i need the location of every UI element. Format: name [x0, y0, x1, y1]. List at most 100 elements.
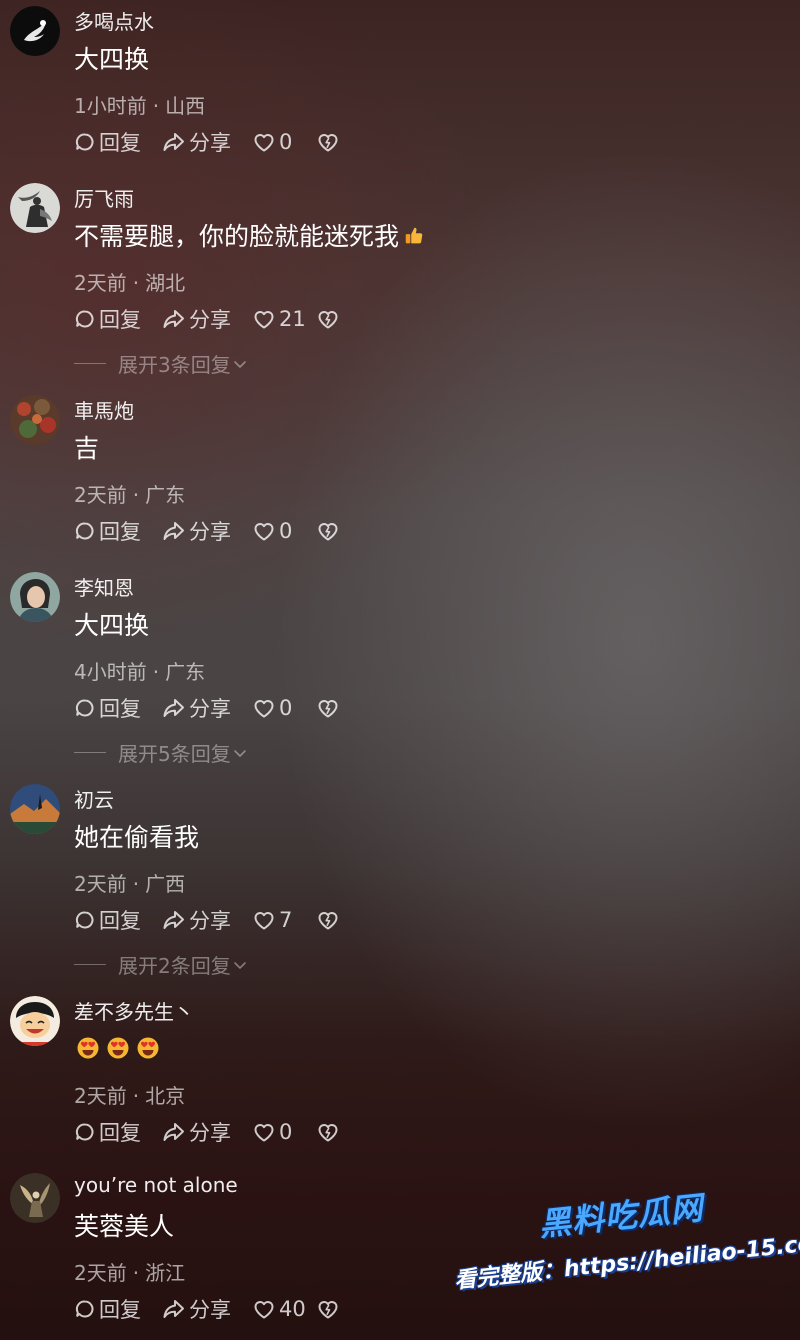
- reply-button[interactable]: 回复: [74, 905, 162, 935]
- username[interactable]: 厉飞雨: [74, 183, 134, 212]
- share-label: 分享: [189, 520, 231, 544]
- broken-heart-icon: [316, 697, 340, 719]
- comment-actions: 回复 分享 0: [74, 517, 343, 545]
- avatar[interactable]: [10, 6, 60, 56]
- like-button[interactable]: 21: [252, 307, 316, 331]
- separator-dot: ·: [132, 483, 140, 507]
- like-button[interactable]: 0: [252, 519, 316, 543]
- separator-dot: ·: [152, 660, 160, 684]
- expand-replies-label: 展开2条回复: [118, 954, 231, 978]
- username[interactable]: 差不多先生丶: [74, 996, 194, 1025]
- comment-actions: 回复 分享 0: [74, 1118, 343, 1146]
- figure-avatar-icon: [10, 1173, 60, 1223]
- expand-replies-button[interactable]: 展开5条回复: [74, 738, 247, 767]
- chevron-down-icon: [233, 960, 247, 970]
- dislike-button[interactable]: [316, 1121, 343, 1143]
- landscape-avatar-icon: [10, 784, 60, 834]
- dark-avatar-icon: [10, 6, 60, 56]
- expand-replies-button[interactable]: 展开3条回复: [74, 349, 247, 378]
- share-button[interactable]: 分享: [162, 905, 252, 935]
- comment-time: 4小时前: [74, 660, 147, 684]
- reply-icon: [74, 520, 96, 542]
- comment-actions: 回复 分享 7: [74, 906, 343, 934]
- comment-time: 2天前: [74, 872, 127, 896]
- like-count: 0: [279, 696, 293, 720]
- comment-time: 2天前: [74, 1261, 127, 1285]
- share-icon: [162, 1121, 186, 1143]
- share-button[interactable]: 分享: [162, 1294, 252, 1324]
- share-icon: [162, 909, 186, 931]
- comment-text-body: 不需要腿，你的脸就能迷死我: [74, 222, 400, 251]
- avatar[interactable]: [10, 1173, 60, 1223]
- share-label: 分享: [189, 308, 231, 332]
- share-icon: [162, 520, 186, 542]
- watermark-title: 黑料吃瓜网: [537, 1188, 706, 1244]
- reply-button[interactable]: 回复: [74, 516, 162, 546]
- share-button[interactable]: 分享: [162, 516, 252, 546]
- username[interactable]: 初云: [74, 784, 114, 813]
- reply-button[interactable]: 回复: [74, 1294, 162, 1324]
- dislike-button[interactable]: [316, 308, 343, 330]
- expand-replies-label: 展开3条回复: [118, 353, 231, 377]
- reply-label: 回复: [99, 1121, 141, 1145]
- heart-icon: [252, 1121, 276, 1143]
- username[interactable]: 李知恩: [74, 572, 134, 601]
- share-label: 分享: [189, 1298, 231, 1322]
- comment-time: 1小时前: [74, 94, 147, 118]
- share-button[interactable]: 分享: [162, 693, 252, 723]
- dislike-button[interactable]: [316, 909, 343, 931]
- reply-icon: [74, 1121, 96, 1143]
- like-count: 40: [279, 1297, 306, 1321]
- dislike-button[interactable]: [316, 520, 343, 542]
- comment-meta: 1小时前 · 山西: [74, 90, 205, 119]
- username[interactable]: 多喝点水: [74, 6, 154, 35]
- share-button[interactable]: 分享: [162, 304, 252, 334]
- comment-meta: 2天前 · 广东: [74, 479, 185, 508]
- expand-replies-button[interactable]: 展开2条回复: [74, 950, 247, 979]
- comment-emojis: [76, 1036, 166, 1062]
- like-count: 0: [279, 130, 293, 154]
- broken-heart-icon: [316, 520, 340, 542]
- avatar[interactable]: [10, 784, 60, 834]
- like-button[interactable]: 40: [252, 1297, 316, 1321]
- heart-icon: [252, 1298, 276, 1320]
- reply-label: 回复: [99, 1298, 141, 1322]
- reply-button[interactable]: 回复: [74, 1117, 162, 1147]
- comment-location: 广东: [165, 660, 206, 684]
- separator-dot: ·: [132, 872, 140, 896]
- share-button[interactable]: 分享: [162, 127, 252, 157]
- username[interactable]: you’re not alone: [74, 1173, 238, 1197]
- comment-text: 大四换: [74, 611, 150, 640]
- broken-heart-icon: [316, 1298, 340, 1320]
- heart-eyes-emoji-icon: [136, 1036, 160, 1060]
- like-button[interactable]: 7: [252, 908, 316, 932]
- chevron-down-icon: [233, 359, 247, 369]
- share-button[interactable]: 分享: [162, 1117, 252, 1147]
- dislike-button[interactable]: [316, 131, 343, 153]
- avatar[interactable]: [10, 395, 60, 445]
- avatar[interactable]: [10, 996, 60, 1046]
- broken-heart-icon: [316, 1121, 340, 1143]
- share-icon: [162, 131, 186, 153]
- reply-button[interactable]: 回复: [74, 693, 162, 723]
- avatar[interactable]: [10, 572, 60, 622]
- dislike-button[interactable]: [316, 1298, 343, 1320]
- username[interactable]: 車馬炮: [74, 395, 134, 424]
- avatar[interactable]: [10, 183, 60, 233]
- reply-button[interactable]: 回复: [74, 127, 162, 157]
- separator-dot: ·: [132, 1261, 140, 1285]
- comment-time: 2天前: [74, 271, 127, 295]
- reply-button[interactable]: 回复: [74, 304, 162, 334]
- share-icon: [162, 697, 186, 719]
- share-icon: [162, 1298, 186, 1320]
- comment-meta: 2天前 · 湖北: [74, 267, 185, 296]
- like-button[interactable]: 0: [252, 130, 316, 154]
- heart-icon: [252, 697, 276, 719]
- separator-dot: ·: [132, 1084, 140, 1108]
- expand-divider: [74, 964, 106, 965]
- like-button[interactable]: 0: [252, 1120, 316, 1144]
- reply-icon: [74, 308, 96, 330]
- comment-actions: 回复 分享 21: [74, 305, 343, 333]
- dislike-button[interactable]: [316, 697, 343, 719]
- like-button[interactable]: 0: [252, 696, 316, 720]
